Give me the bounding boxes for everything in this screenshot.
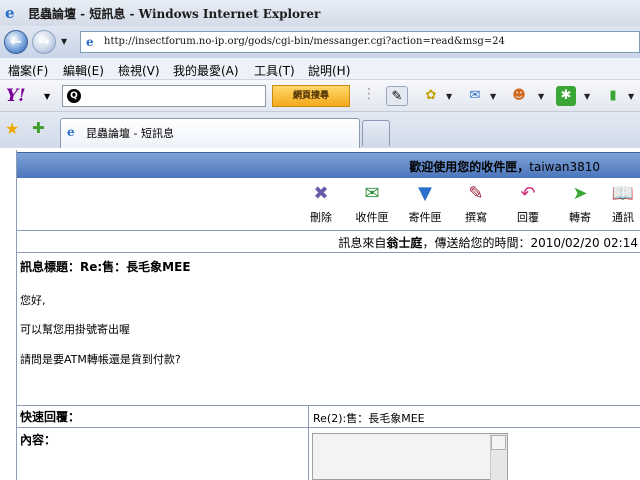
outbox-label: 寄件匣 (408, 211, 442, 224)
address-book-label: 通訊 (612, 211, 634, 224)
address-book-button[interactable]: 📖 通訊 (606, 182, 640, 224)
window-title: 昆蟲論壇 - 短訊息 - Windows Internet Explorer (28, 7, 321, 21)
recent-pages-chevron-down-icon[interactable]: ▼ (61, 37, 67, 46)
messenger-icon[interactable]: ☻ (508, 86, 530, 106)
content-label: 內容： (20, 433, 57, 447)
divider (17, 405, 640, 406)
page-icon: e (86, 35, 94, 49)
mail-icon[interactable]: ✉ (464, 86, 486, 106)
yahoo-logo[interactable]: Y! (6, 86, 26, 106)
reply-subject: Re(2):售：長毛象MEE (313, 412, 425, 425)
column-divider (308, 405, 309, 480)
menu-favorites[interactable]: 我的最愛(A) (173, 62, 239, 79)
reply-content-textarea[interactable] (312, 433, 508, 480)
delete-icon: ✖ (313, 183, 329, 204)
yahoo-chevron-down-icon[interactable]: ▼ (44, 92, 50, 101)
toolbar-grip-icon[interactable]: ⋮ (362, 86, 376, 102)
address-url[interactable]: http://insectforum.no-ip.org/gods/cgi-bi… (104, 36, 505, 47)
compose-label: 撰寫 (465, 211, 487, 224)
toolbar-pen-icon[interactable]: ✎ (386, 86, 408, 106)
reply-icon: ↶ (520, 183, 536, 204)
delete-button[interactable]: ✖ 刪除 (296, 182, 346, 224)
compose-button[interactable]: ✎ 撰寫 (451, 182, 501, 224)
menu-tools[interactable]: 工具(T) (254, 62, 295, 79)
reply-label: 回覆 (517, 211, 539, 224)
bookmark-icon[interactable]: ▮ (602, 86, 624, 106)
forward-button[interactable]: → (32, 30, 56, 54)
menu-help[interactable]: 說明(H) (308, 62, 350, 79)
delete-label: 刪除 (310, 211, 332, 224)
search-icon: Q (67, 89, 81, 103)
addon-chevron-down-icon[interactable]: ▼ (584, 92, 590, 101)
new-tab-button[interactable] (362, 120, 390, 146)
divider (17, 427, 640, 428)
message-subject: 訊息標題：Re:售：長毛象MEE (20, 260, 191, 274)
outbox-icon: ▼ (418, 183, 432, 204)
welcome-prefix: 歡迎使用您的收件匣， (409, 160, 530, 174)
divider (17, 252, 640, 253)
inbox-button[interactable]: ✉ 收件匣 (347, 182, 397, 224)
forward-label: 轉寄 (569, 211, 591, 224)
ie-logo-icon: e (5, 4, 15, 22)
yahoo-search-input[interactable] (62, 85, 266, 107)
menu-edit[interactable]: 編輯(E) (63, 62, 104, 79)
welcome-text: 歡迎使用您的收件匣，taiwan3810 (409, 158, 600, 175)
message-body-line: 請問是要ATM轉帳還是貨到付款? (20, 353, 181, 366)
addon-star-icon[interactable]: ✱ (556, 86, 576, 106)
content-border (16, 150, 17, 480)
sender-name[interactable]: 翁士庭 (386, 236, 422, 250)
tab-label[interactable]: 昆蟲論壇 - 短訊息 (86, 125, 174, 141)
compose-icon: ✎ (468, 183, 484, 204)
menu-file[interactable]: 檔案(F) (8, 62, 48, 79)
messenger-chevron-down-icon[interactable]: ▼ (538, 92, 544, 101)
web-search-button[interactable]: 網頁搜尋 (272, 85, 350, 107)
outbox-button[interactable]: ▼ 寄件匣 (400, 182, 450, 224)
add-favorite-icon[interactable]: ✚ (32, 119, 45, 137)
menu-view[interactable]: 檢視(V) (118, 62, 160, 79)
meta-prefix: 訊息來自 (338, 236, 387, 250)
quick-reply-label: 快速回覆： (20, 410, 81, 424)
message-body-line: 可以幫您用掛號寄出喔 (20, 323, 130, 336)
message-body-line: 您好, (20, 294, 46, 307)
toolbar-flower-icon[interactable]: ✿ (420, 86, 442, 106)
back-button[interactable]: ← (4, 30, 28, 54)
username: taiwan3810 (529, 160, 600, 174)
bookmark-chevron-down-icon[interactable]: ▼ (628, 92, 634, 101)
inbox-label: 收件匣 (355, 211, 389, 224)
mail-chevron-down-icon[interactable]: ▼ (490, 92, 496, 101)
tab-page-icon: e (67, 125, 75, 139)
divider (17, 230, 640, 231)
scroll-up-button[interactable] (491, 435, 506, 450)
favorites-star-icon[interactable]: ★ (5, 119, 19, 138)
message-meta: 訊息來自翁士庭，傳送給您的時間：2010/02/20 02:14 (338, 234, 638, 251)
inbox-icon: ✉ (364, 183, 380, 204)
reply-button[interactable]: ↶ 回覆 (503, 182, 553, 224)
forward-message-button[interactable]: ➤ 轉寄 (555, 182, 605, 224)
forward-icon: ➤ (572, 183, 588, 204)
meta-suffix: ，傳送給您的時間：2010/02/20 02:14 (422, 236, 638, 250)
address-book-icon: 📖 (611, 183, 635, 204)
toolbar-chevron-down-icon[interactable]: ▼ (446, 92, 452, 101)
